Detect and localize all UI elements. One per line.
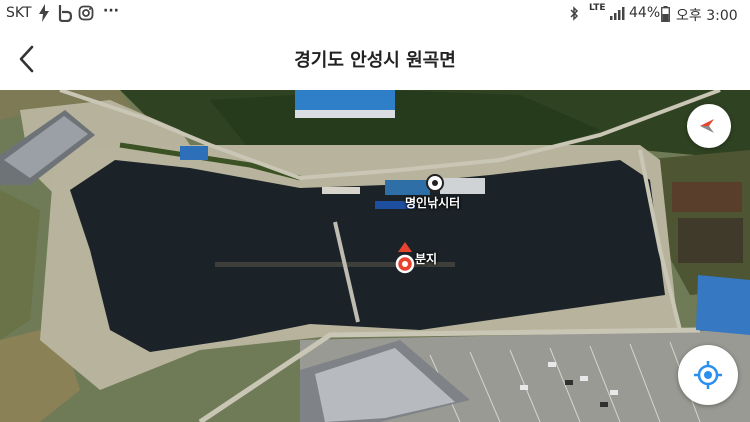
clock: 오후 3:00 [676,8,738,24]
carrier-label: SKT [6,5,32,21]
fishing-house [440,178,485,194]
my-location-button[interactable] [678,345,738,405]
compass-icon [697,114,721,142]
compass-button[interactable] [687,104,731,148]
fishing-house [385,180,430,195]
poi-label-fishing-spot[interactable]: 명인낚시터 [405,194,460,211]
shed [180,146,208,160]
battery-percent: 44% [629,5,661,21]
instagram-icon [78,5,94,25]
b-app-icon [57,4,73,26]
bolt-icon [38,4,50,26]
farm-plot [672,182,742,212]
poi-label-basin[interactable]: 분지 [415,250,437,267]
farm-plot [678,218,743,263]
my-location-icon [693,360,723,394]
shed [322,187,360,194]
more-dots-icon: ··· [103,3,119,19]
bluetooth-icon [569,6,579,25]
status-bar: SKT ··· LTE 44% 오후 3:00 [0,0,750,28]
satellite-imagery [0,90,750,422]
target-icon[interactable] [426,174,444,192]
app-bar: 경기도 안성시 원곡면 [0,28,750,90]
satellite-map[interactable]: 명인낚시터 분지 [0,90,750,422]
network-type-label: LTE [589,3,606,13]
signal-icon [609,6,625,25]
blue-roof-building [696,275,750,335]
battery-icon [661,6,670,26]
page-title: 경기도 안성시 원곡면 [294,50,456,71]
building-wall [295,110,395,118]
